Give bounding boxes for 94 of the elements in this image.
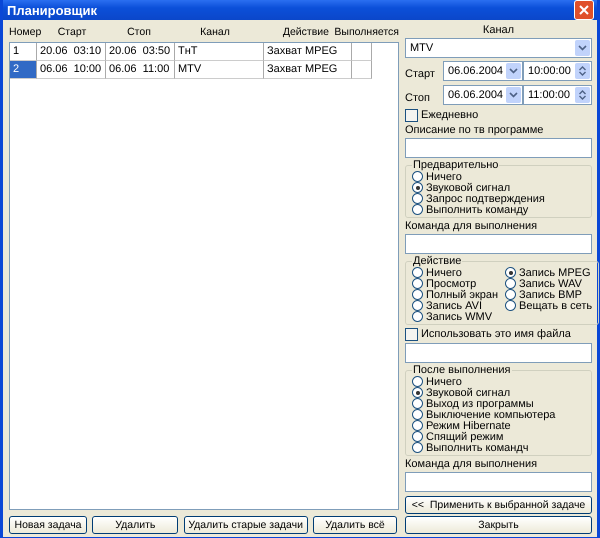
column-header[interactable]: Выполняется [329,26,399,38]
input-field[interactable] [405,138,592,158]
close-button[interactable] [574,0,594,20]
table-cell[interactable]: 1 [10,43,37,61]
radio-button[interactable] [412,442,423,453]
time-label: Стоп [405,91,431,104]
apply-button[interactable]: << Применить к выбранной задаче [405,496,592,514]
radio-label: Вещать в сеть [519,300,592,312]
checkbox-label: Использовать это имя файла [421,328,571,340]
radio-button[interactable] [505,278,516,289]
radio-label: Запрос подтверждения [426,192,545,204]
checkbox[interactable] [405,108,418,122]
table-cell[interactable] [352,43,372,61]
radio-button[interactable] [412,376,423,387]
radio-label: Спящий режим [426,430,504,442]
radio-label: Ничего [426,376,462,388]
radio-button[interactable] [505,300,516,311]
radio-label: Выход из программы [426,398,534,410]
channel-label: Канал [482,24,516,36]
radio-label: Запись WAV [519,278,582,290]
radio-button[interactable] [412,398,423,409]
radio-button[interactable] [412,278,423,289]
dropdown-icon [506,87,521,103]
group-title: Действие [412,256,462,267]
radio-button[interactable] [505,289,516,300]
table-cell[interactable]: MTV [175,61,264,79]
close-dialog-button[interactable]: Закрыть [405,516,592,534]
table-cell[interactable]: ТнТ [175,43,264,61]
dropdown-icon [506,63,521,79]
radio-label: Выполнить команду [426,204,528,216]
date-picker[interactable]: 06.06.2004 [443,61,523,81]
table-cell[interactable]: Захват MPEG [264,43,352,61]
checkbox-label: Ежедневно [421,109,478,121]
radio-button[interactable] [412,409,423,420]
radio-button[interactable] [412,387,423,398]
column-header[interactable]: Канал [176,26,254,38]
table-cell[interactable]: 2 [10,61,37,79]
radio-label: Запись WMV [426,310,492,322]
radio-button[interactable] [412,171,423,182]
action-button[interactable]: Новая задача [9,516,87,534]
column-header[interactable]: Действие [254,26,329,38]
input-field[interactable] [405,234,592,254]
radio-button[interactable] [412,420,423,431]
radio-button[interactable] [412,267,423,278]
table-cell[interactable]: Захват MPEG [264,61,352,79]
table-cell[interactable]: 06.06 11:00 [106,61,175,79]
field-label: Описание по тв программе [405,124,544,136]
action-button[interactable]: Удалить старые задачи [184,516,308,534]
time-spinner[interactable]: 11:00:00 [523,85,592,105]
spinner-icon [575,63,590,79]
input-field[interactable] [405,343,592,363]
radio-button[interactable] [412,311,423,322]
radio-label: Звуковой сигнал [426,386,510,398]
time-spinner[interactable]: 10:00:00 [523,61,592,81]
radio-button[interactable] [412,204,423,215]
group-title: После выполнения [412,365,512,376]
time-label: Старт [405,67,436,80]
radio-label: Ничего [426,170,462,182]
spinner-icon [575,87,590,103]
radio-label: Режим Hibernate [426,420,511,432]
action-button[interactable]: Удалить [92,516,178,534]
radio-button[interactable] [412,300,423,311]
radio-label: Выполнить командч [426,442,528,454]
table-cell[interactable]: 20.06 03:50 [106,43,175,61]
column-header[interactable]: Стоп [102,26,176,38]
table-cell[interactable]: 20.06 03:10 [37,43,106,61]
field-label: Команда для выполнения [405,220,538,232]
radio-button[interactable] [412,431,423,442]
checkbox[interactable] [405,328,418,340]
field-label: Команда для выполнения [405,458,538,470]
group-title: Предварительно [412,160,500,171]
close-icon [579,5,589,15]
input-field[interactable] [405,472,592,492]
radio-button[interactable] [412,182,423,193]
radio-button[interactable] [505,267,516,278]
channel-select[interactable]: MTV [405,38,592,58]
column-header[interactable]: Номер [9,26,42,38]
window-title: Планировщик [7,2,98,18]
radio-label: Ничего [426,266,462,278]
column-header[interactable]: Старт [42,26,102,38]
radio-label: Запись BMP [519,288,582,300]
radio-label: Запись AVI [426,300,482,312]
radio-button[interactable] [412,289,423,300]
table-cell[interactable] [352,61,372,79]
radio-label: Просмотр [426,278,476,290]
radio-label: Запись MPEG [519,266,591,278]
action-button[interactable]: Удалить всё [312,516,397,534]
table-cell[interactable]: 06.06 10:00 [37,61,106,79]
radio-button[interactable] [412,193,423,204]
dropdown-icon [575,40,590,56]
date-picker[interactable]: 06.06.2004 [443,85,523,105]
radio-label: Выключение компьютера [426,408,556,420]
radio-label: Звуковой сигнал [426,182,510,194]
radio-label: Полный экран [426,288,498,300]
